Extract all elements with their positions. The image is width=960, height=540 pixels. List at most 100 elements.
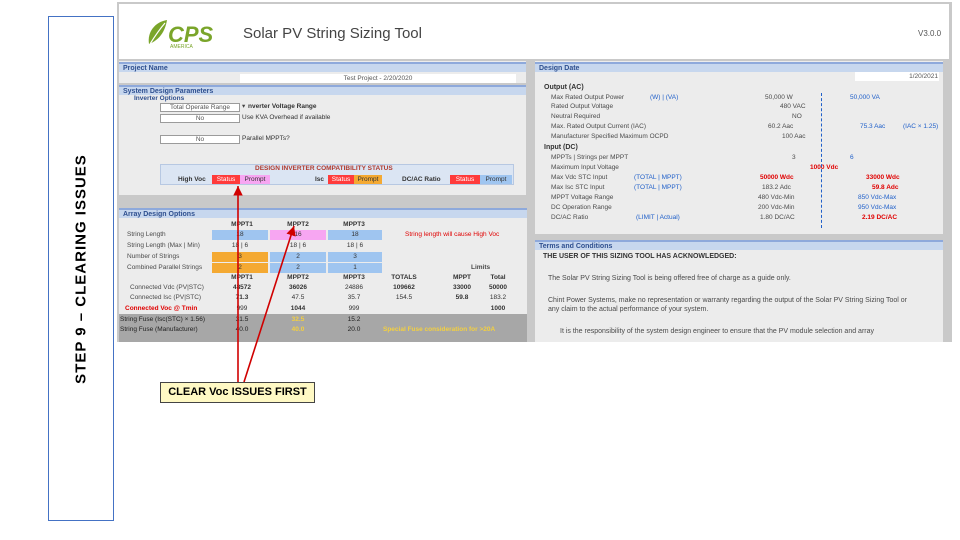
ac-row-unit: (W) | (VA) (650, 94, 679, 101)
dc-row-label: MPPT Voltage Range (551, 194, 614, 201)
ac-row-v2: 50,000 VA (850, 94, 880, 101)
res-row-label: Connected Vdc (PV|STC) (130, 284, 204, 291)
res-row-label: Connected Isc (PV|STC) (130, 294, 202, 301)
res-cell: 154.5 (395, 294, 413, 301)
res-cell: 59.8 (455, 294, 469, 301)
dc-row-label: DC Operation Range (551, 204, 612, 211)
dc-row-unit: (TOTAL | MPPT) (634, 184, 682, 191)
dc-row-v1: 3 (792, 154, 796, 161)
res-cell: 31.5 (235, 316, 249, 323)
terms-title: THE USER OF THIS SIZING TOOL HAS ACKNOWL… (543, 253, 737, 260)
dc-row-v1: 480 Vdc-Min (758, 194, 795, 201)
dc-row-v2: 950 Vdc-Max (858, 204, 897, 211)
system-design-header: System Design Parameters (119, 85, 526, 95)
logo-subtext: AMERICA (170, 44, 193, 50)
app-title: Solar PV String Sizing Tool (243, 25, 422, 42)
dc-row-label: DC/AC Ratio (551, 214, 589, 221)
res-cell: 48572 (232, 284, 252, 291)
dc-row-v2: 59.8 Adc (872, 184, 899, 191)
array-col-mppt2: MPPT2 (287, 221, 309, 228)
num-strings-mppt1[interactable]: 3 (212, 252, 268, 262)
dc-row-v2: 2.19 DC/AC (862, 214, 898, 221)
res-cell: 33000 (452, 284, 472, 291)
res-row-label: String Fuse (Manufacturer) (120, 326, 198, 333)
res-cell: 36026 (288, 284, 308, 291)
num-strings-mppt2[interactable]: 2 (270, 252, 326, 262)
res-col: MPPT (452, 274, 472, 281)
terms-paragraph: It is the responsibility of the system d… (560, 328, 875, 335)
array-col-mppt1: MPPT1 (231, 221, 253, 228)
ac-row-v1: 100 Aac (782, 133, 806, 140)
column-divider (821, 93, 822, 228)
res-cell: 999 (348, 305, 360, 312)
isc-label: Isc (315, 176, 325, 183)
step-title: STEP 9 – CLEARING ISSUES (72, 153, 90, 384)
parallel-mppt-label: Parallel MPPTs? (242, 135, 290, 142)
res-row-label: Connected Voc @ Tmin (125, 305, 198, 312)
dc-row-label: MPPTs | Strings per MPPT (551, 154, 629, 161)
array-row-label: String Length (Max | Min) (127, 242, 200, 249)
design-date-input[interactable]: 1/20/2021 (855, 72, 939, 81)
res-cell: 1000 (490, 305, 506, 312)
dc-row-unit: (TOTAL | MPPT) (634, 174, 682, 181)
ac-row-label: Manufacturer Specified Maximum OCPD (551, 133, 669, 140)
dc-row-v1: 200 Vdc-Min (758, 204, 795, 211)
parallel-mppt2[interactable]: 2 (270, 263, 326, 273)
project-name-header: Project Name (119, 62, 526, 72)
res-cell: 32.5 (291, 316, 305, 323)
ac-row-v1: 60.2 Aac (768, 123, 794, 130)
dropdown-arrow-icon[interactable]: ▾ (242, 103, 245, 111)
parallel-mppt1[interactable]: 2 (212, 263, 268, 273)
dc-row-v1: 50000 Wdc (760, 174, 794, 181)
dc-row-unit: (LIMIT | Actual) (636, 214, 680, 221)
res-cell: 15.2 (347, 316, 361, 323)
array-row-label: String Length (127, 231, 166, 238)
string-length-mppt2[interactable]: 16 (270, 230, 326, 240)
voltage-range-select[interactable]: Total Operate Range (160, 103, 240, 112)
ac-row-v1: 50,000 W (765, 94, 793, 101)
res-row-label: String Fuse (Isc(STC) × 1.56) (120, 316, 206, 323)
side-label-box: STEP 9 – CLEARING ISSUES (48, 16, 114, 521)
dc-row-label: Max Isc STC Input (551, 184, 605, 191)
res-cell: 20.0 (347, 326, 361, 333)
compat-status-title: DESIGN INVERTER COMPATIBILITY STATUS (255, 165, 393, 172)
inverter-options-label: Inverter Options (134, 95, 185, 102)
voltage-range-label: nverter Voltage Range (248, 103, 317, 110)
res-cell: 47.5 (291, 294, 305, 301)
string-length-mppt3[interactable]: 18 (328, 230, 382, 240)
terms-paragraph: The Solar PV String Sizing Tool is being… (548, 275, 791, 282)
res-cell: 183.2 (489, 294, 507, 301)
res-cell: 109662 (393, 284, 415, 291)
dcac-status: Status (450, 175, 480, 184)
res-col: Total (490, 274, 506, 281)
kva-overhead-label: Use KVA Overhead if available (242, 114, 331, 121)
kva-overhead-select[interactable]: No (160, 114, 240, 123)
project-name-input[interactable]: Test Project - 2/20/2020 (240, 74, 516, 83)
high-voc-status: Status (212, 175, 240, 184)
array-row-label: Combined Parallel Strings (127, 264, 203, 271)
array-design-header: Array Design Options (119, 208, 527, 218)
ac-row-label: Neutral Required (551, 113, 601, 120)
high-voc-label: High Voc (178, 176, 206, 183)
array-col-mppt3: MPPT3 (343, 221, 365, 228)
ac-row-label: Rated Output Voltage (551, 103, 614, 110)
high-voc-prompt[interactable]: Prompt (240, 175, 270, 184)
dcac-prompt[interactable]: Prompt (480, 175, 512, 184)
terms-paragraph: Chint Power Systems, make no representat… (548, 297, 907, 313)
isc-prompt[interactable]: Prompt (354, 175, 382, 184)
parallel-mppt-select[interactable]: No (160, 135, 240, 144)
dc-row-label: Maximum Input Voltage (551, 164, 619, 171)
res-cell: 24886 (344, 284, 364, 291)
ac-row-v1: 480 VAC (780, 103, 806, 110)
isc-status: Status (328, 175, 354, 184)
res-col: MPPT3 (343, 274, 365, 281)
parallel-mppt3[interactable]: 1 (328, 263, 382, 273)
dc-row-v1: 183.2 Adc (762, 184, 791, 191)
ac-row-v2: 75.3 Aac (860, 123, 886, 130)
max-min-mppt3: 18 | 6 (346, 242, 364, 249)
num-strings-mppt3[interactable]: 3 (328, 252, 382, 262)
dc-row-v1: 1.80 DC/AC (760, 214, 795, 221)
string-length-mppt1[interactable]: 18 (212, 230, 268, 240)
string-length-warning: String length will cause High Voc (405, 231, 500, 238)
res-cell: 999 (236, 305, 248, 312)
